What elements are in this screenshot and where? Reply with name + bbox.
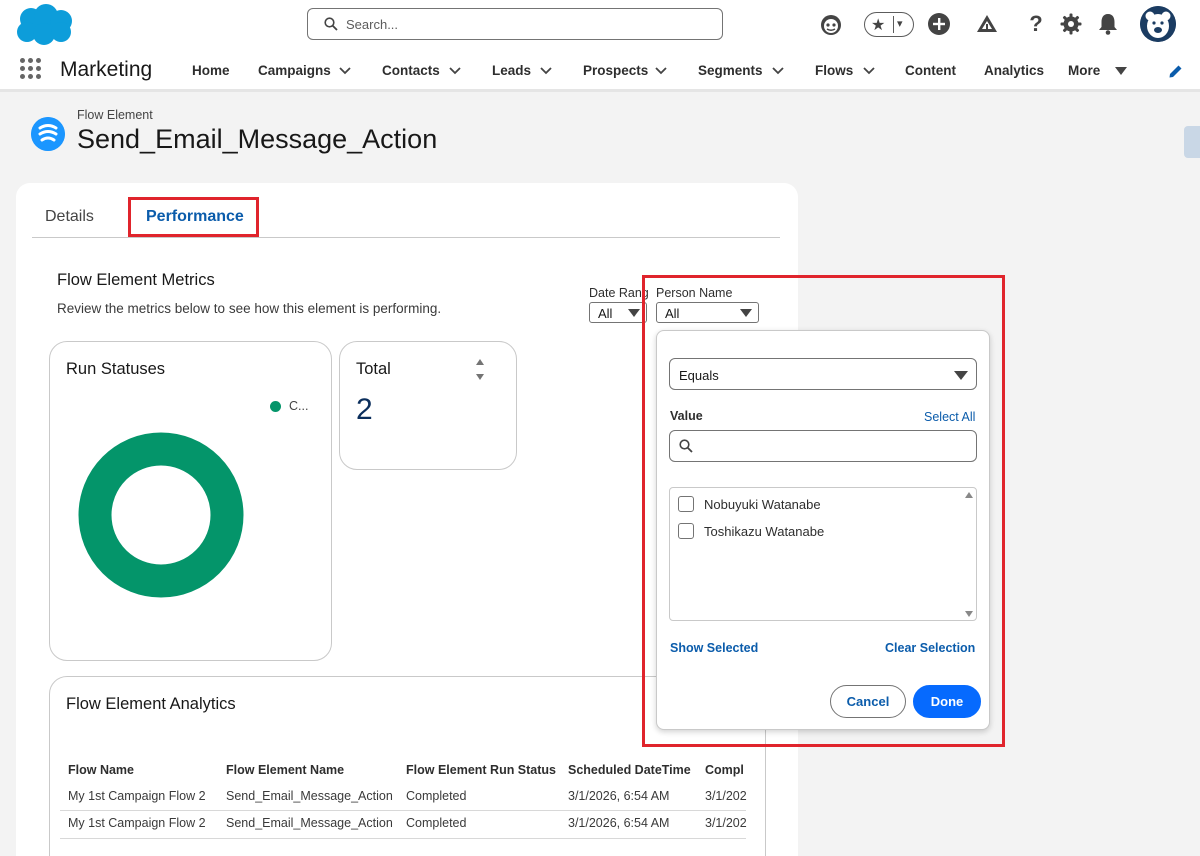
caret-down-icon[interactable]	[1115, 67, 1127, 75]
nav-item-contacts[interactable]: Contacts	[382, 63, 440, 78]
run-statuses-title: Run Statuses	[66, 360, 166, 378]
legend-label[interactable]: C...	[289, 399, 308, 413]
table-cell: 3/1/2026, 6:54 AM	[568, 789, 670, 803]
metrics-title: Flow Element Metrics	[57, 271, 215, 289]
table-cell: My 1st Campaign Flow 2	[68, 789, 206, 803]
date-range-value: All	[598, 306, 613, 321]
chevron-down-icon[interactable]: ▾	[897, 17, 903, 30]
table-cell: Completed	[406, 816, 467, 830]
gear-icon[interactable]	[1059, 12, 1083, 36]
table-cell: 3/1/2026, 6:54 AM	[568, 816, 670, 830]
trailhead-icon[interactable]	[975, 12, 999, 36]
utility-panel-toggle[interactable]	[1184, 126, 1200, 158]
run-status-donut-chart[interactable]	[78, 432, 244, 598]
analytics-title: Flow Element Analytics	[66, 695, 236, 713]
search-icon	[324, 17, 338, 31]
column-header[interactable]: Flow Element Run Status	[406, 763, 556, 777]
global-header: Search... ★ ▾ ?	[0, 0, 1200, 50]
column-header[interactable]: Scheduled DateTime	[568, 763, 691, 777]
total-title: Total	[356, 360, 391, 378]
nav-item-more[interactable]: More	[1068, 63, 1100, 78]
nav-item-segments[interactable]: Segments	[698, 63, 763, 78]
legend-swatch	[270, 401, 281, 412]
einstein-icon[interactable]	[819, 12, 843, 36]
chevron-down-icon[interactable]	[655, 67, 667, 75]
row-divider	[60, 810, 746, 811]
favorites-button[interactable]: ★ ▾	[864, 12, 914, 37]
star-icon: ★	[871, 17, 886, 34]
nav-item-prospects[interactable]: Prospects	[583, 63, 648, 78]
chevron-down-icon[interactable]	[772, 67, 784, 75]
caret-down-icon	[628, 309, 640, 317]
chevron-down-icon[interactable]	[449, 67, 461, 75]
chevron-down-icon[interactable]	[339, 67, 351, 75]
nav-item-campaigns[interactable]: Campaigns	[258, 63, 331, 78]
app-name: Marketing	[60, 58, 153, 81]
chevron-down-icon[interactable]	[863, 67, 875, 75]
nav-item-leads[interactable]: Leads	[492, 63, 531, 78]
highlight-box-performance-tab	[128, 197, 259, 237]
column-header[interactable]: Compl	[705, 763, 748, 777]
highlight-box-filter-panel	[642, 275, 1005, 747]
tab-divider	[32, 237, 780, 238]
donut-segment-completed	[78, 432, 244, 598]
global-search[interactable]: Search...	[307, 8, 723, 40]
salesforce-logo[interactable]	[14, 4, 76, 46]
nav-item-home[interactable]: Home	[192, 63, 230, 78]
app-navigation-bar: Marketing Home Campaigns Contacts Leads …	[0, 50, 1200, 92]
table-cell: Send_Email_Message_Action	[226, 816, 393, 830]
total-value: 2	[356, 393, 373, 426]
table-cell: Completed	[406, 789, 467, 803]
nav-item-flows[interactable]: Flows	[815, 63, 853, 78]
tab-details[interactable]: Details	[45, 208, 94, 226]
avatar[interactable]	[1140, 6, 1176, 42]
help-icon[interactable]: ?	[1024, 11, 1048, 36]
nav-item-analytics[interactable]: Analytics	[984, 63, 1044, 78]
bell-icon[interactable]	[1096, 12, 1120, 36]
page-title: Send_Email_Message_Action	[77, 124, 438, 154]
table-cell: Send_Email_Message_Action	[226, 789, 393, 803]
search-placeholder: Search...	[346, 17, 399, 32]
add-icon[interactable]	[927, 12, 951, 36]
sort-arrows-icon[interactable]	[475, 357, 485, 383]
column-header[interactable]: Flow Name	[68, 763, 134, 777]
favorites-divider	[893, 16, 894, 33]
table-cell: My 1st Campaign Flow 2	[68, 816, 206, 830]
nav-item-content[interactable]: Content	[905, 63, 956, 78]
flow-element-icon	[31, 117, 65, 151]
row-divider	[60, 838, 746, 839]
record-object-label: Flow Element	[77, 108, 153, 122]
edit-nav-icon[interactable]	[1168, 63, 1184, 79]
column-header[interactable]: Flow Element Name	[226, 763, 344, 777]
table-cell: 3/1/202	[705, 816, 747, 830]
app-launcher-icon[interactable]	[20, 58, 42, 80]
table-cell: 3/1/202	[705, 789, 747, 803]
metrics-description: Review the metrics below to see how this…	[57, 301, 442, 316]
chevron-down-icon[interactable]	[540, 67, 552, 75]
date-range-select[interactable]: All	[589, 302, 647, 323]
